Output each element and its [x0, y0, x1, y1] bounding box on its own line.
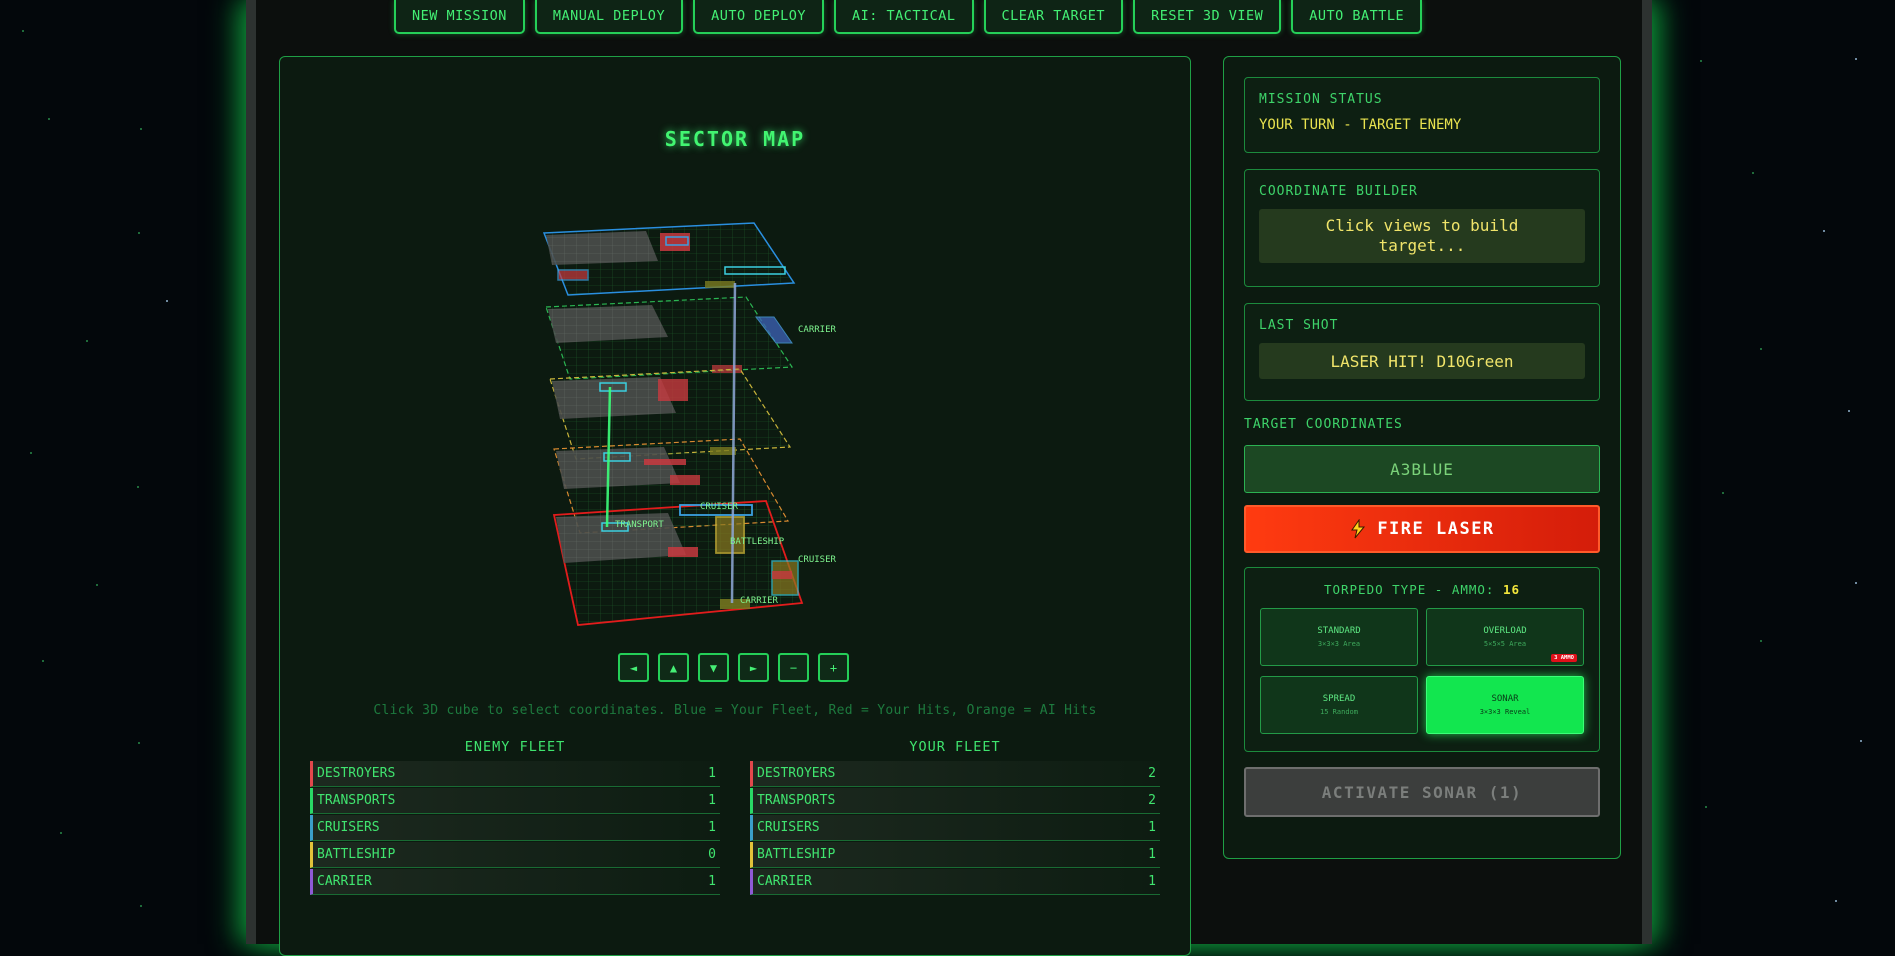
torpedo-name: SPREAD: [1322, 694, 1356, 704]
torpedo-desc: 3×3×3 Reveal: [1479, 708, 1531, 716]
fleet-row-count: 1: [1148, 820, 1156, 835]
fire-laser-label: FIRE LASER: [1377, 519, 1495, 539]
rotate-left-button[interactable]: ◄: [618, 653, 649, 682]
status-panel: MISSION STATUS YOUR TURN - TARGET ENEMY …: [1223, 56, 1621, 859]
zoom-in-button[interactable]: +: [818, 653, 849, 682]
rotate-right-button[interactable]: ►: [738, 653, 769, 682]
fleet-row-name: CRUISERS: [757, 820, 820, 835]
fleet-row-name: TRANSPORTS: [757, 793, 836, 808]
fire-laser-button[interactable]: FIRE LASER: [1244, 505, 1600, 553]
fleet-row-name: DESTROYERS: [757, 766, 836, 781]
mission-status-card: MISSION STATUS YOUR TURN - TARGET ENEMY: [1244, 77, 1600, 153]
fleet-row-name: DESTROYERS: [317, 766, 396, 781]
map-hint: Click 3D cube to select coordinates. Blu…: [373, 703, 1097, 718]
last-shot-card: LAST SHOT LASER HIT! D10Green: [1244, 303, 1600, 401]
activate-sonar-button[interactable]: ACTIVATE SONAR (1): [1244, 767, 1600, 817]
fleet-row-count: 2: [1148, 766, 1156, 781]
your-fleet-title: YOUR FLEET: [909, 739, 1001, 755]
fleet-row: DESTROYERS 2: [750, 761, 1160, 787]
auto-deploy-button[interactable]: AUTO DEPLOY: [693, 0, 824, 34]
layer-blue[interactable]: [542, 222, 796, 296]
your-fleet: YOUR FLEET DESTROYERS 2 TRANSPORTS 2 CRUIS…: [750, 739, 1160, 896]
rotate-down-button[interactable]: ▼: [698, 653, 729, 682]
ship-label-transport: TRANSPORT: [615, 520, 664, 530]
clear-target-button[interactable]: CLEAR TARGET: [983, 0, 1124, 34]
fleet-row-count: 2: [1148, 793, 1156, 808]
fleet-row-count: 1: [708, 820, 716, 835]
target-coordinates-field[interactable]: A3BLUE: [1244, 445, 1600, 493]
toolbar: NEW MISSION MANUAL DEPLOY AUTO DEPLOY AI…: [394, 0, 1423, 36]
manual-deploy-button[interactable]: MANUAL DEPLOY: [534, 0, 684, 34]
fleet-row-name: BATTLESHIP: [757, 847, 836, 862]
layer-green[interactable]: [545, 296, 794, 380]
ship-label-battleship: BATTLESHIP: [730, 537, 785, 547]
zoom-out-button[interactable]: −: [778, 653, 809, 682]
enemy-fleet-title: ENEMY FLEET: [464, 739, 566, 755]
fleet-row-name: CARRIER: [757, 874, 812, 889]
fleet-row-count: 0: [708, 847, 716, 862]
auto-battle-button[interactable]: AUTO BATTLE: [1291, 0, 1423, 34]
sector-map-3d[interactable]: CARRIER TRANSPORT CRUISER BATTLESHIP CRU…: [540, 157, 940, 637]
ammo-count: 16: [1502, 582, 1521, 597]
fleet-row-count: 1: [1148, 874, 1156, 889]
ammo-cost-badge: 3 AMMO: [1551, 654, 1577, 662]
sector-map-panel: SECTOR MAP CARRIER TRANSPORT CRUISER BAT…: [279, 56, 1191, 956]
fleet-row: BATTLESHIP 0: [310, 842, 720, 868]
coordinate-builder-label: COORDINATE BUILDER: [1259, 184, 1418, 199]
fleet-row-name: CARRIER: [317, 874, 372, 889]
torpedo-overload-option[interactable]: OVERLOAD 5×5×5 Area 3 AMMO: [1426, 608, 1584, 666]
new-mission-button[interactable]: NEW MISSION: [394, 0, 525, 34]
fleet-row-name: TRANSPORTS: [317, 793, 396, 808]
fleet-row-count: 1: [708, 874, 716, 889]
coordinate-builder-display: Click views to build target...: [1259, 209, 1585, 263]
torpedo-desc: 15 Random: [1320, 708, 1358, 716]
fleet-row: CRUISERS 1: [310, 815, 720, 841]
ship-label-cruiser: CRUISER: [798, 555, 837, 565]
fleet-row: DESTROYERS 1: [310, 761, 720, 787]
fleet-row-count: 1: [708, 766, 716, 781]
mission-status-value: YOUR TURN - TARGET ENEMY: [1259, 117, 1462, 133]
torpedo-name: SONAR: [1491, 694, 1519, 704]
torpedo-name: STANDARD: [1317, 626, 1361, 636]
torpedo-sonar-option[interactable]: SONAR 3×3×3 Reveal: [1426, 676, 1584, 734]
rotate-up-button[interactable]: ▲: [658, 653, 689, 682]
fleet-row: CARRIER 1: [310, 869, 720, 895]
torpedo-standard-option[interactable]: STANDARD 3×3×3 Area: [1260, 608, 1418, 666]
coordinate-builder-card: COORDINATE BUILDER Click views to build …: [1244, 169, 1600, 287]
ship-label-carrier: CARRIER: [740, 596, 779, 606]
last-shot-value: LASER HIT! D10Green: [1259, 343, 1585, 379]
torpedo-spread-option[interactable]: SPREAD 15 Random: [1260, 676, 1418, 734]
fleet-row-count: 1: [708, 793, 716, 808]
torpedo-type-card: TORPEDO TYPE - AMMO: 16 STANDARD 3×3×3 A…: [1244, 567, 1600, 752]
mission-status-label: MISSION STATUS: [1259, 92, 1383, 107]
fleet-row: CARRIER 1: [750, 869, 1160, 895]
reset-3d-view-button[interactable]: RESET 3D VIEW: [1133, 0, 1282, 34]
torpedo-type-text: TORPEDO TYPE - AMMO:: [1323, 582, 1495, 597]
torpedo-type-label: TORPEDO TYPE - AMMO: 16: [1245, 582, 1599, 597]
sector-map-title: SECTOR MAP: [664, 127, 806, 151]
fleet-row: BATTLESHIP 1: [750, 842, 1160, 868]
fleet-row-name: BATTLESHIP: [317, 847, 396, 862]
torpedo-name: OVERLOAD: [1483, 626, 1527, 636]
lightning-icon: [1351, 519, 1366, 539]
fleet-row-count: 1: [1148, 847, 1156, 862]
target-coordinates-label: TARGET COORDINATES: [1244, 417, 1403, 432]
fleet-row: CRUISERS 1: [750, 815, 1160, 841]
ai-tactical-button[interactable]: AI: TACTICAL: [833, 0, 974, 34]
ship-label-carrier: CARRIER: [798, 325, 837, 335]
fleet-row: TRANSPORTS 1: [310, 788, 720, 814]
ship-label-cruiser: CRUISER: [700, 502, 739, 512]
last-shot-label: LAST SHOT: [1259, 318, 1339, 333]
torpedo-desc: 3×3×3 Area: [1317, 640, 1361, 648]
view-controls: ◄ ▲ ▼ ► − +: [618, 653, 849, 682]
layer-red[interactable]: [552, 500, 804, 626]
fleet-row: TRANSPORTS 2: [750, 788, 1160, 814]
torpedo-desc: 5×5×5 Area: [1483, 640, 1527, 648]
enemy-fleet: ENEMY FLEET DESTROYERS 1 TRANSPORTS 1 CRUI…: [310, 739, 720, 896]
fleet-row-name: CRUISERS: [317, 820, 380, 835]
